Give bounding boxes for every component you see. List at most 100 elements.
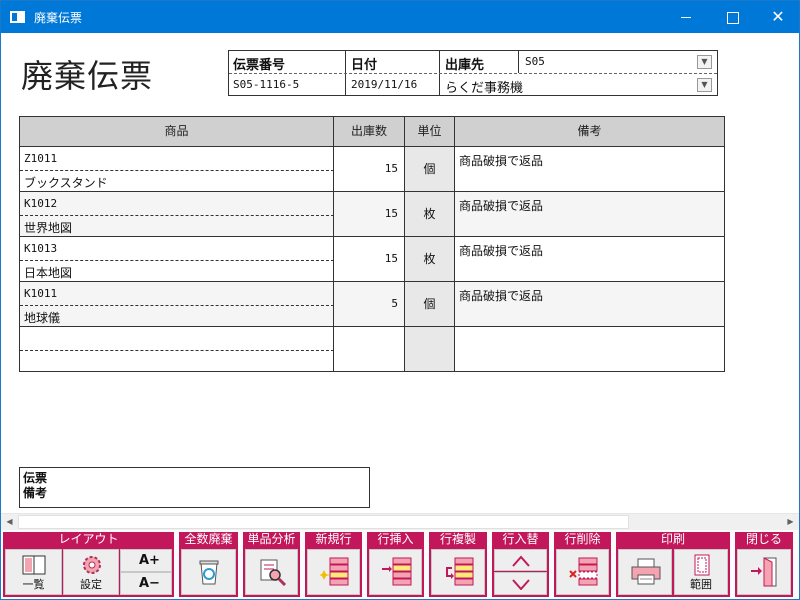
- memo-label-line2: 備考: [23, 486, 48, 500]
- item-qty[interactable]: 15: [334, 237, 405, 281]
- table-row[interactable]: K1012 世界地図 15 枚 商品破損で返品: [20, 192, 724, 237]
- item-unit: 枚: [405, 237, 455, 281]
- table-row[interactable]: K1011 地球儀 5 個 商品破損で返品: [20, 282, 724, 327]
- slip-no-label: 伝票番号: [233, 58, 286, 73]
- recycle-bin-icon: [199, 560, 219, 585]
- copy-row-label: 行複製: [439, 532, 476, 546]
- layout-group-label: レイアウト: [58, 532, 119, 546]
- item-code[interactable]: K1012: [24, 197, 57, 210]
- item-note[interactable]: 商品破損で返品: [455, 282, 724, 326]
- item-qty[interactable]: 5: [334, 282, 405, 326]
- print-group-label: 印刷: [660, 532, 685, 546]
- delete-row-label: 行削除: [564, 532, 601, 546]
- dest-name-dropdown-icon[interactable]: ▼: [697, 78, 712, 92]
- item-qty[interactable]: 15: [334, 147, 405, 191]
- swap-row-label: 行入替: [502, 532, 539, 546]
- copy-row-button[interactable]: [431, 549, 485, 595]
- print-range-caption: 範囲: [690, 578, 712, 591]
- close-form-button[interactable]: [737, 549, 791, 595]
- col-header-qty: 出庫数: [334, 117, 405, 146]
- item-name[interactable]: 地球儀: [24, 309, 60, 326]
- item-name[interactable]: 世界地図: [24, 219, 72, 236]
- maximize-button[interactable]: [709, 1, 755, 33]
- delete-row-icon: [569, 557, 598, 586]
- scroll-right-icon[interactable]: ▶: [782, 514, 799, 531]
- item-name[interactable]: 日本地図: [24, 264, 72, 281]
- list-view-icon: [22, 555, 46, 575]
- settings-caption: 設定: [80, 578, 102, 591]
- insert-row-button[interactable]: [369, 549, 422, 595]
- print-range-button[interactable]: 範囲: [674, 549, 728, 595]
- item-unit: 個: [405, 282, 455, 326]
- copy-row-icon: [446, 557, 474, 586]
- slip-memo-field[interactable]: 伝票 備考: [19, 467, 370, 508]
- print-group: 印刷 範囲: [616, 532, 730, 597]
- printer-icon: [631, 558, 661, 585]
- list-view-caption: 一覧: [22, 578, 45, 591]
- scroll-left-icon[interactable]: ◀: [1, 514, 18, 531]
- col-header-unit: 単位: [405, 117, 455, 146]
- magnifier-chart-icon: [260, 559, 287, 586]
- exit-door-icon: [751, 557, 777, 587]
- item-code[interactable]: K1011: [24, 287, 57, 300]
- item-note[interactable]: [455, 327, 724, 371]
- grid-header: 商品 出庫数 単位 備考: [20, 117, 724, 147]
- dest-name-field[interactable]: らくだ事務機: [445, 77, 523, 96]
- memo-label-line1: 伝票: [23, 471, 48, 485]
- move-row-up-button[interactable]: [494, 549, 547, 571]
- col-header-note: 備考: [577, 124, 602, 138]
- item-note[interactable]: 商品破損で返品: [455, 237, 724, 281]
- slip-header: 伝票番号 S05-1116-5 日付 2019/11/16 出庫先 S05 ▼ …: [228, 50, 718, 96]
- font-smaller-button[interactable]: A−: [120, 572, 172, 595]
- date-label: 日付: [351, 58, 378, 73]
- item-analysis-button[interactable]: [245, 549, 298, 595]
- new-row-group: 新規行: [305, 532, 362, 597]
- settings-button[interactable]: 設定: [63, 549, 119, 595]
- discard-all-group: 全数廃棄: [179, 532, 238, 597]
- minimize-button[interactable]: [663, 1, 709, 33]
- scroll-thumb[interactable]: [18, 515, 629, 529]
- font-larger-button[interactable]: A+: [120, 549, 172, 572]
- slip-no-field[interactable]: S05-1116-5: [233, 78, 299, 91]
- table-row[interactable]: K1013 日本地図 15 枚 商品破損で返品: [20, 237, 724, 282]
- close-label: 閉じる: [745, 532, 782, 546]
- close-group: 閉じる: [735, 532, 793, 597]
- insert-row-icon: [382, 557, 412, 586]
- item-note[interactable]: 商品破損で返品: [455, 147, 724, 191]
- app-window: 廃棄伝票 ✕ 廃棄伝票 伝票番号 S05-1116-5 日付 2019/11/1…: [0, 0, 800, 600]
- font-smaller-icon: A−: [139, 576, 160, 591]
- item-unit: [405, 327, 455, 371]
- dest-code-field[interactable]: S05: [525, 55, 545, 68]
- page-title: 廃棄伝票: [21, 57, 154, 95]
- horizontal-scrollbar[interactable]: ◀ ▶: [1, 513, 799, 530]
- new-row-button[interactable]: [307, 549, 360, 595]
- print-button[interactable]: [618, 549, 672, 595]
- delete-row-button[interactable]: [556, 549, 609, 595]
- items-grid: 商品 出庫数 単位 備考 Z1011 ブックスタンド 15 個 商品破損で返品 K…: [19, 116, 725, 372]
- item-unit: 枚: [405, 192, 455, 236]
- dest-code-dropdown-icon[interactable]: ▼: [697, 55, 712, 69]
- table-row[interactable]: Z1011 ブックスタンド 15 個 商品破損で返品: [20, 147, 724, 192]
- bottom-toolbar: レイアウト 一覧 設定 A+ A− 全数廃棄 単品分析 新規行 行挿入 行複製 …: [1, 530, 799, 599]
- delete-row-group: 行削除: [554, 532, 611, 597]
- item-unit: 個: [405, 147, 455, 191]
- arrow-up-icon: [512, 555, 530, 567]
- close-window-button[interactable]: ✕: [755, 1, 800, 33]
- arrow-down-icon: [512, 579, 530, 590]
- window-title: 廃棄伝票: [34, 11, 83, 25]
- item-qty[interactable]: [334, 327, 405, 371]
- item-code[interactable]: Z1011: [24, 152, 57, 165]
- move-row-down-button[interactable]: [494, 572, 547, 595]
- item-qty[interactable]: 15: [334, 192, 405, 236]
- list-view-button[interactable]: 一覧: [5, 549, 62, 595]
- item-analysis-group: 単品分析: [243, 532, 300, 597]
- dest-label: 出庫先: [445, 58, 485, 73]
- item-note[interactable]: 商品破損で返品: [455, 192, 724, 236]
- discard-all-button[interactable]: [181, 549, 236, 595]
- copy-row-group: 行複製: [429, 532, 487, 597]
- item-name[interactable]: ブックスタンド: [24, 174, 108, 191]
- item-code[interactable]: K1013: [24, 242, 57, 255]
- table-row[interactable]: [20, 327, 724, 372]
- date-field[interactable]: 2019/11/16: [351, 78, 417, 91]
- insert-row-label: 行挿入: [377, 532, 414, 546]
